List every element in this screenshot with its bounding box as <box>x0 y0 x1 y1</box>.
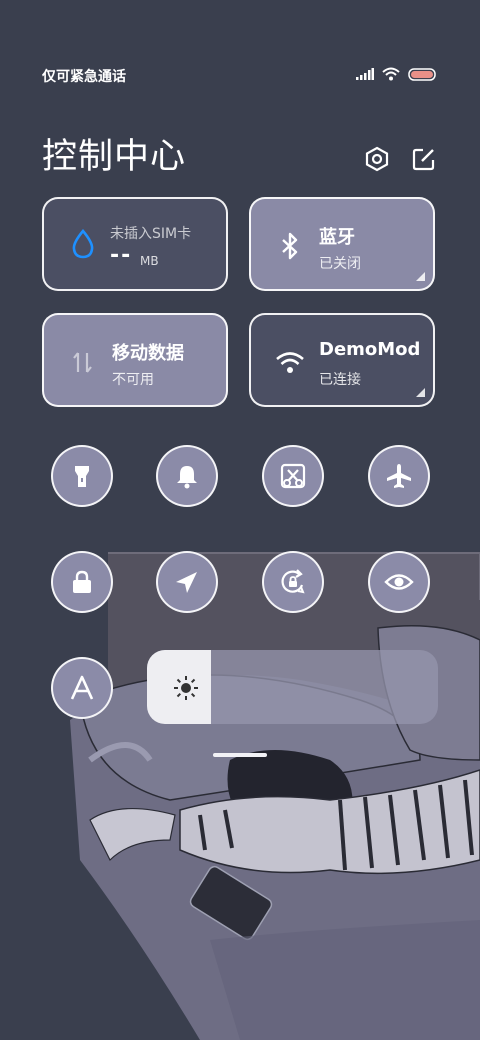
water-drop-icon <box>72 228 94 259</box>
data-usage-value: -- <box>110 243 133 268</box>
mobile-data-label: 移动数据 <box>112 343 184 364</box>
battery-icon <box>408 67 436 81</box>
data-usage-unit: MB <box>140 254 159 268</box>
page-title: 控制中心 <box>42 137 187 177</box>
bluetooth-status: 已关闭 <box>319 256 361 272</box>
ringtone-toggle[interactable] <box>156 445 218 507</box>
status-icons <box>356 67 436 81</box>
bluetooth-tile[interactable]: 蓝牙 已关闭 <box>249 197 435 291</box>
reading-mode-toggle[interactable] <box>368 551 430 613</box>
scissors-screenshot-icon <box>280 463 306 489</box>
bell-icon <box>177 466 197 489</box>
rotate-lock-icon <box>281 569 305 594</box>
brightness-slider[interactable] <box>147 650 438 724</box>
airplane-toggle[interactable] <box>368 445 430 507</box>
eye-icon <box>384 574 414 590</box>
expand-corner-icon <box>416 272 425 281</box>
screenshot-toggle[interactable] <box>262 445 324 507</box>
mobile-data-tile[interactable]: 移动数据 不可用 <box>42 313 228 407</box>
flashlight-toggle[interactable] <box>51 445 113 507</box>
expand-corner-icon <box>416 388 425 397</box>
letter-a-icon <box>70 675 94 700</box>
auto-brightness-toggle[interactable] <box>51 657 113 719</box>
airplane-icon <box>387 464 411 488</box>
mobile-data-status: 不可用 <box>112 372 154 388</box>
sun-icon <box>174 676 198 700</box>
wifi-status: 已连接 <box>319 372 361 388</box>
location-toggle[interactable] <box>156 551 218 613</box>
lock-icon <box>73 570 91 593</box>
rotation-lock-toggle[interactable] <box>262 551 324 613</box>
edit-icon[interactable] <box>410 145 438 173</box>
data-usage-tile[interactable]: 未插入SIM卡 -- MB <box>42 197 228 291</box>
flashlight-icon <box>75 466 89 487</box>
bluetooth-icon <box>282 232 298 260</box>
data-usage-label: 未插入SIM卡 <box>110 226 192 242</box>
signal-icon <box>356 68 374 80</box>
bluetooth-label: 蓝牙 <box>319 227 355 248</box>
lock-screen-toggle[interactable] <box>51 551 113 613</box>
wifi-status-icon <box>382 67 400 81</box>
wifi-tile[interactable]: DemoMode 已连接 <box>249 313 435 407</box>
wifi-icon <box>276 352 304 373</box>
home-handle[interactable] <box>213 753 267 757</box>
data-arrows-icon <box>73 352 92 373</box>
wifi-network-label: DemoMode <box>319 339 421 360</box>
settings-icon[interactable] <box>363 145 391 173</box>
location-arrow-icon <box>176 572 197 593</box>
carrier-status-text: 仅可紧急通话 <box>42 69 126 85</box>
